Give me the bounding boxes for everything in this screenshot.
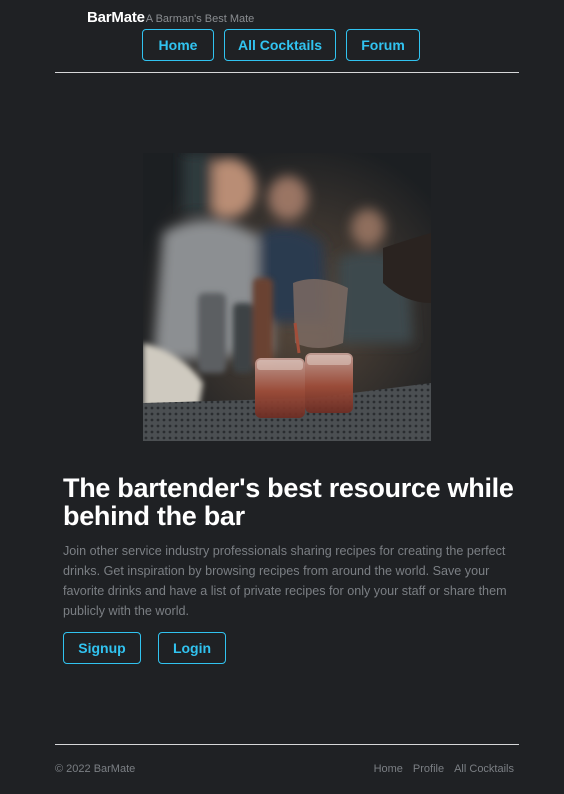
- brand-tagline: A Barman's Best Mate: [145, 13, 255, 25]
- header-divider: [55, 72, 519, 73]
- nav-home-button[interactable]: Home: [142, 29, 214, 61]
- footer-divider: [55, 744, 519, 745]
- copyright-text: © 2022 BarMate: [55, 763, 136, 775]
- footer-links: Home Profile All Cocktails: [374, 763, 514, 775]
- main-nav: Home All Cocktails Forum: [142, 29, 420, 61]
- nav-forum-button[interactable]: Forum: [346, 29, 420, 61]
- brand-name[interactable]: BarMate: [87, 9, 145, 26]
- bar-scene-illustration: [143, 153, 431, 441]
- hero-actions: Signup Login: [63, 632, 226, 664]
- hero-description: Join other service industry professional…: [63, 544, 507, 618]
- hero-title: The bartender's best resource while behi…: [63, 473, 514, 531]
- brand[interactable]: BarMate A Barman's Best Mate: [87, 9, 254, 26]
- page: BarMate A Barman's Best Mate Home All Co…: [0, 0, 564, 794]
- footer-link-all-cocktails[interactable]: All Cocktails: [454, 763, 514, 775]
- login-button[interactable]: Login: [158, 632, 226, 664]
- nav-all-cocktails-button[interactable]: All Cocktails: [224, 29, 336, 61]
- footer-link-home[interactable]: Home: [374, 763, 403, 775]
- footer-link-profile[interactable]: Profile: [413, 763, 444, 775]
- signup-button[interactable]: Signup: [63, 632, 141, 664]
- hero-image: [143, 153, 431, 441]
